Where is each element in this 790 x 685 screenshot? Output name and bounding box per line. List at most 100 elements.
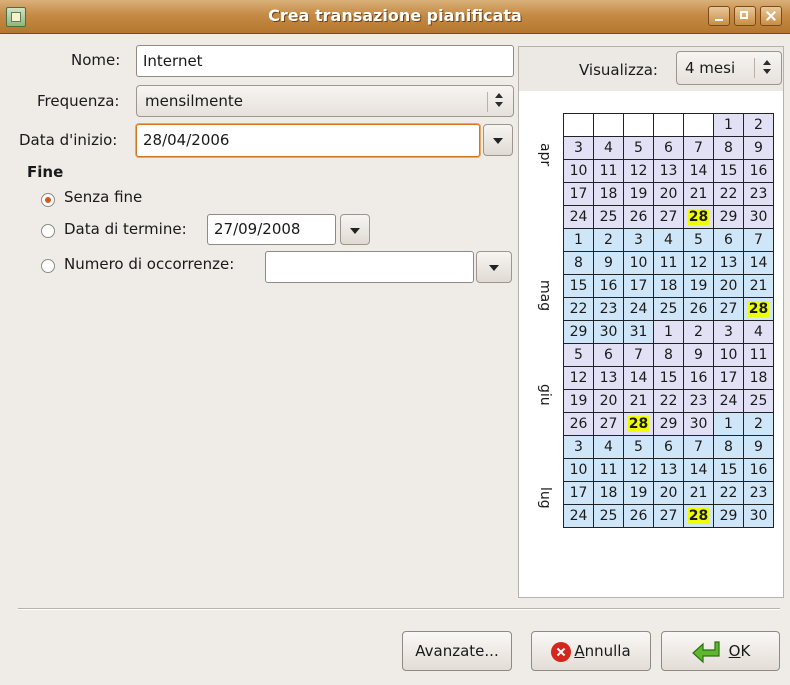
calendar-day-cell[interactable]: 7 bbox=[743, 228, 774, 252]
calendar-day-cell[interactable]: 21 bbox=[743, 274, 774, 298]
calendar-day-cell[interactable]: 22 bbox=[713, 182, 744, 206]
calendar-day-cell[interactable]: 30 bbox=[593, 320, 624, 344]
calendar-day-cell[interactable]: 21 bbox=[683, 481, 714, 505]
calendar-day-cell[interactable]: 27 bbox=[653, 504, 684, 528]
calendar-day-cell[interactable]: 30 bbox=[743, 205, 774, 229]
calendar-day-cell[interactable]: 18 bbox=[653, 274, 684, 298]
calendar-day-cell[interactable]: 1 bbox=[713, 113, 744, 137]
frequency-select[interactable]: mensilmente bbox=[136, 85, 514, 117]
calendar-day-cell[interactable]: 6 bbox=[653, 136, 684, 160]
calendar-day-cell[interactable]: 13 bbox=[713, 251, 744, 275]
calendar-day-cell[interactable]: 4 bbox=[743, 320, 774, 344]
calendar-day-cell[interactable]: 19 bbox=[623, 182, 654, 206]
calendar-day-cell[interactable]: 4 bbox=[593, 435, 624, 459]
calendar-day-cell[interactable]: 25 bbox=[653, 297, 684, 321]
calendar-day-cell[interactable]: 5 bbox=[623, 136, 654, 160]
calendar-day-cell[interactable]: 24 bbox=[563, 504, 594, 528]
calendar-day-cell[interactable]: 16 bbox=[743, 458, 774, 482]
calendar-day-cell[interactable]: 16 bbox=[743, 159, 774, 183]
calendar-day-cell[interactable]: 20 bbox=[593, 389, 624, 413]
calendar-day-cell[interactable]: 22 bbox=[713, 481, 744, 505]
calendar-day-cell[interactable]: 21 bbox=[683, 182, 714, 206]
calendar-day-cell[interactable]: 25 bbox=[593, 205, 624, 229]
minimize-button[interactable] bbox=[708, 6, 730, 26]
calendar-day-cell[interactable]: 8 bbox=[713, 435, 744, 459]
calendar-day-cell[interactable] bbox=[623, 113, 654, 137]
calendar-day-cell[interactable]: 15 bbox=[563, 274, 594, 298]
calendar-day-cell[interactable]: 27 bbox=[593, 412, 624, 436]
calendar-day-cell[interactable]: 14 bbox=[683, 458, 714, 482]
calendar-day-cell[interactable]: 26 bbox=[683, 297, 714, 321]
calendar-day-cell[interactable]: 23 bbox=[683, 389, 714, 413]
calendar-day-cell[interactable]: 17 bbox=[713, 366, 744, 390]
calendar-day-cell[interactable]: 1 bbox=[653, 320, 684, 344]
calendar-day-cell[interactable]: 12 bbox=[623, 458, 654, 482]
calendar-day-cell[interactable]: 29 bbox=[653, 412, 684, 436]
occurrences-label[interactable]: Numero di occorrenze: bbox=[64, 255, 234, 273]
calendar-day-cell[interactable]: 10 bbox=[623, 251, 654, 275]
calendar-day-cell[interactable]: 15 bbox=[653, 366, 684, 390]
calendar-day-cell[interactable] bbox=[653, 113, 684, 137]
calendar-day-cell[interactable]: 17 bbox=[563, 182, 594, 206]
calendar-day-cell[interactable]: 13 bbox=[653, 159, 684, 183]
name-input[interactable]: Internet bbox=[136, 45, 514, 77]
calendar-day-cell[interactable]: 2 bbox=[743, 113, 774, 137]
maximize-button[interactable] bbox=[734, 6, 756, 26]
calendar-day-cell[interactable]: 18 bbox=[593, 481, 624, 505]
calendar-day-cell[interactable]: 2 bbox=[683, 320, 714, 344]
calendar-day-cell[interactable]: 11 bbox=[743, 343, 774, 367]
calendar-day-cell[interactable]: 5 bbox=[683, 228, 714, 252]
cancel-button[interactable]: Annulla bbox=[531, 631, 651, 671]
calendar-day-cell[interactable]: 3 bbox=[563, 136, 594, 160]
calendar-day-cell[interactable]: 20 bbox=[653, 182, 684, 206]
calendar-day-cell[interactable]: 7 bbox=[683, 435, 714, 459]
end-date-dropdown-button[interactable] bbox=[340, 214, 370, 245]
calendar-day-cell[interactable]: 12 bbox=[683, 251, 714, 275]
calendar-day-cell[interactable]: 10 bbox=[713, 343, 744, 367]
calendar-grid[interactable]: 1 2 3 4 5 6 7 8 9 10 11 12 13 14 15 16 17 18 19 20 21 22 23 24 2… bbox=[563, 113, 774, 528]
calendar-day-cell[interactable]: 25 bbox=[743, 389, 774, 413]
calendar-day-cell[interactable]: 12 bbox=[623, 159, 654, 183]
calendar-day-cell[interactable]: 8 bbox=[713, 136, 744, 160]
calendar-day-cell[interactable]: 29 bbox=[713, 205, 744, 229]
calendar-day-cell[interactable] bbox=[683, 113, 714, 137]
calendar-day-cell-scheduled[interactable]: 28 bbox=[683, 504, 714, 528]
calendar-day-cell[interactable]: 19 bbox=[623, 481, 654, 505]
calendar-day-cell[interactable]: 2 bbox=[593, 228, 624, 252]
calendar-day-cell[interactable]: 1 bbox=[563, 228, 594, 252]
calendar-day-cell[interactable]: 30 bbox=[683, 412, 714, 436]
calendar-day-cell[interactable]: 26 bbox=[623, 205, 654, 229]
close-window-button[interactable] bbox=[760, 6, 782, 26]
calendar-day-cell[interactable]: 7 bbox=[623, 343, 654, 367]
calendar-day-cell[interactable]: 9 bbox=[743, 435, 774, 459]
calendar-day-cell[interactable]: 17 bbox=[623, 274, 654, 298]
calendar-day-cell[interactable] bbox=[593, 113, 624, 137]
calendar-day-cell[interactable]: 24 bbox=[563, 205, 594, 229]
calendar-day-cell[interactable]: 29 bbox=[713, 504, 744, 528]
calendar-day-cell[interactable]: 17 bbox=[563, 481, 594, 505]
calendar-day-cell[interactable]: 8 bbox=[563, 251, 594, 275]
calendar-day-cell-scheduled[interactable]: 28 bbox=[623, 412, 654, 436]
calendar-day-cell[interactable]: 3 bbox=[563, 435, 594, 459]
calendar-day-cell[interactable]: 5 bbox=[623, 435, 654, 459]
calendar-day-cell[interactable]: 21 bbox=[623, 389, 654, 413]
advanced-button[interactable]: Avanzate... bbox=[402, 631, 512, 671]
calendar-day-cell[interactable]: 10 bbox=[563, 458, 594, 482]
calendar-day-cell[interactable]: 29 bbox=[563, 320, 594, 344]
calendar-day-cell[interactable]: 19 bbox=[683, 274, 714, 298]
calendar-day-cell[interactable]: 4 bbox=[593, 136, 624, 160]
calendar-day-cell[interactable]: 3 bbox=[713, 320, 744, 344]
calendar-day-cell[interactable]: 25 bbox=[593, 504, 624, 528]
calendar-day-cell[interactable]: 9 bbox=[743, 136, 774, 160]
start-date-dropdown-button[interactable] bbox=[483, 124, 513, 156]
calendar-day-cell[interactable]: 6 bbox=[593, 343, 624, 367]
calendar-day-cell[interactable]: 3 bbox=[623, 228, 654, 252]
calendar-day-cell[interactable]: 11 bbox=[593, 458, 624, 482]
calendar-day-cell[interactable]: 20 bbox=[653, 481, 684, 505]
view-select[interactable]: 4 mesi bbox=[676, 51, 782, 85]
calendar-day-cell[interactable]: 16 bbox=[683, 366, 714, 390]
calendar-day-cell[interactable]: 23 bbox=[743, 481, 774, 505]
ok-button[interactable]: OK bbox=[661, 631, 780, 671]
calendar-day-cell[interactable]: 22 bbox=[653, 389, 684, 413]
calendar-day-cell[interactable]: 13 bbox=[593, 366, 624, 390]
